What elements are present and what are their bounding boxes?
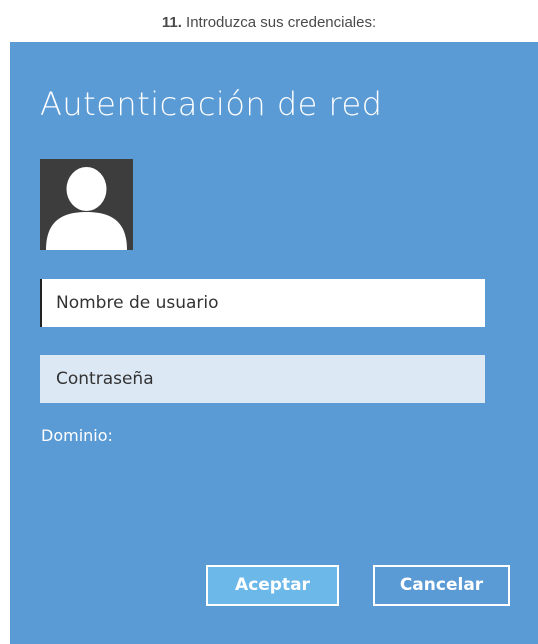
user-avatar-icon [40,159,133,250]
dialog-title: Autenticación de red [40,85,383,123]
step-text: Introduzca sus credenciales: [186,14,377,31]
password-input[interactable] [40,355,485,403]
network-auth-dialog: Autenticación de red Dominio: Aceptar Ca… [10,42,538,644]
step-number: 11. [161,14,182,31]
step-caption: 11. Introduzca sus credenciales: [0,13,538,33]
cancel-button[interactable]: Cancelar [373,565,510,606]
domain-label: Dominio: [41,426,113,445]
username-input[interactable] [40,279,485,327]
accept-button[interactable]: Aceptar [206,565,339,606]
